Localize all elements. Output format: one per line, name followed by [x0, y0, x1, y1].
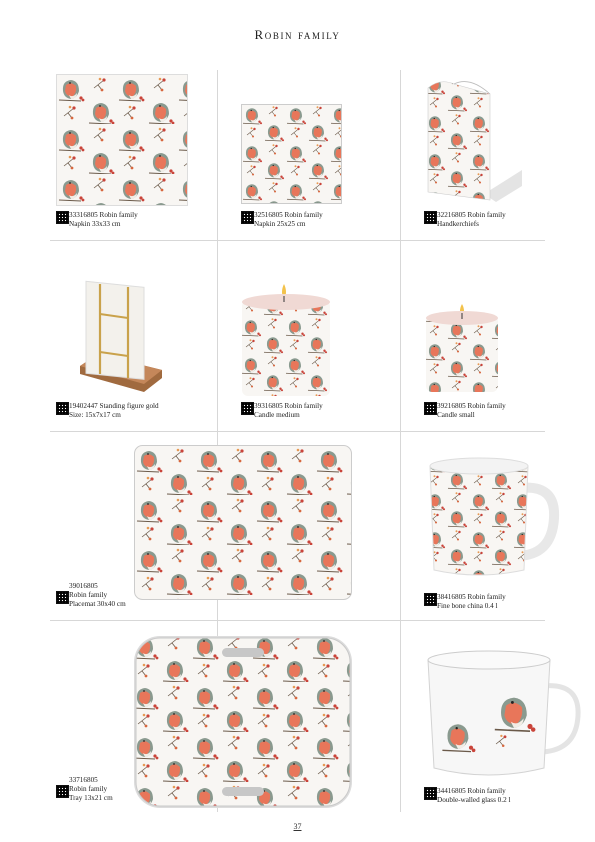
product-description: Napkin 25x25 cm — [254, 220, 306, 228]
product-name: Robin family — [69, 591, 108, 599]
qr-code-icon — [424, 211, 437, 224]
tray-image — [130, 632, 356, 812]
grid-divider — [50, 240, 545, 241]
qr-code-icon — [241, 211, 254, 224]
napkin-33-image — [56, 74, 188, 206]
qr-code-icon — [56, 785, 69, 798]
qr-code-icon — [56, 402, 69, 415]
product-name: Robin family — [69, 785, 108, 793]
handkerchiefs-image — [424, 74, 524, 204]
grid-divider — [50, 431, 545, 432]
glass-image — [424, 650, 582, 784]
product-code: 19402447 Standing figure gold — [69, 402, 159, 410]
qr-code-icon — [424, 402, 437, 415]
candle-small-image — [424, 302, 500, 394]
product-code: 39216805 Robin family — [437, 402, 506, 410]
page-title: Robin family — [254, 27, 341, 42]
product-code: 33316805 Robin family — [69, 211, 138, 219]
placemat-image — [134, 445, 352, 600]
product-description: Candle small — [437, 411, 475, 419]
product-description: Size: 15x7x17 cm — [69, 411, 121, 419]
product-description: Placemat 30x40 cm — [69, 600, 126, 608]
product-code: 39316805 Robin family — [254, 402, 323, 410]
product-description: Fine bone china 0.4 l — [437, 602, 498, 610]
product-code: 39016805 — [69, 582, 98, 590]
qr-code-icon — [56, 211, 69, 224]
product-description: Candle medium — [254, 411, 300, 419]
product-code: 34416805 Robin family — [437, 787, 506, 795]
product-code: 38416805 Robin family — [437, 593, 506, 601]
napkin-25-image — [241, 104, 342, 204]
product-description: Napkin 33x33 cm — [69, 220, 121, 228]
product-description: Double-walled glass 0.2 l — [437, 796, 511, 804]
qr-code-icon — [56, 591, 69, 604]
grid-divider — [50, 620, 545, 621]
qr-code-icon — [241, 402, 254, 415]
mug-image — [424, 452, 560, 582]
product-code: 33716805 — [69, 776, 98, 784]
product-code: 32216805 Robin family — [437, 211, 506, 219]
product-description: Handkerchiefs — [437, 220, 479, 228]
grid-divider — [400, 70, 401, 812]
qr-code-icon — [424, 787, 437, 800]
product-code: 32516805 Robin family — [254, 211, 323, 219]
product-description: Tray 13x21 cm — [69, 794, 113, 802]
candle-medium-image — [240, 278, 332, 398]
standing-figure-image — [74, 274, 164, 396]
qr-code-icon — [424, 593, 437, 606]
page-number: 37 — [293, 822, 302, 831]
